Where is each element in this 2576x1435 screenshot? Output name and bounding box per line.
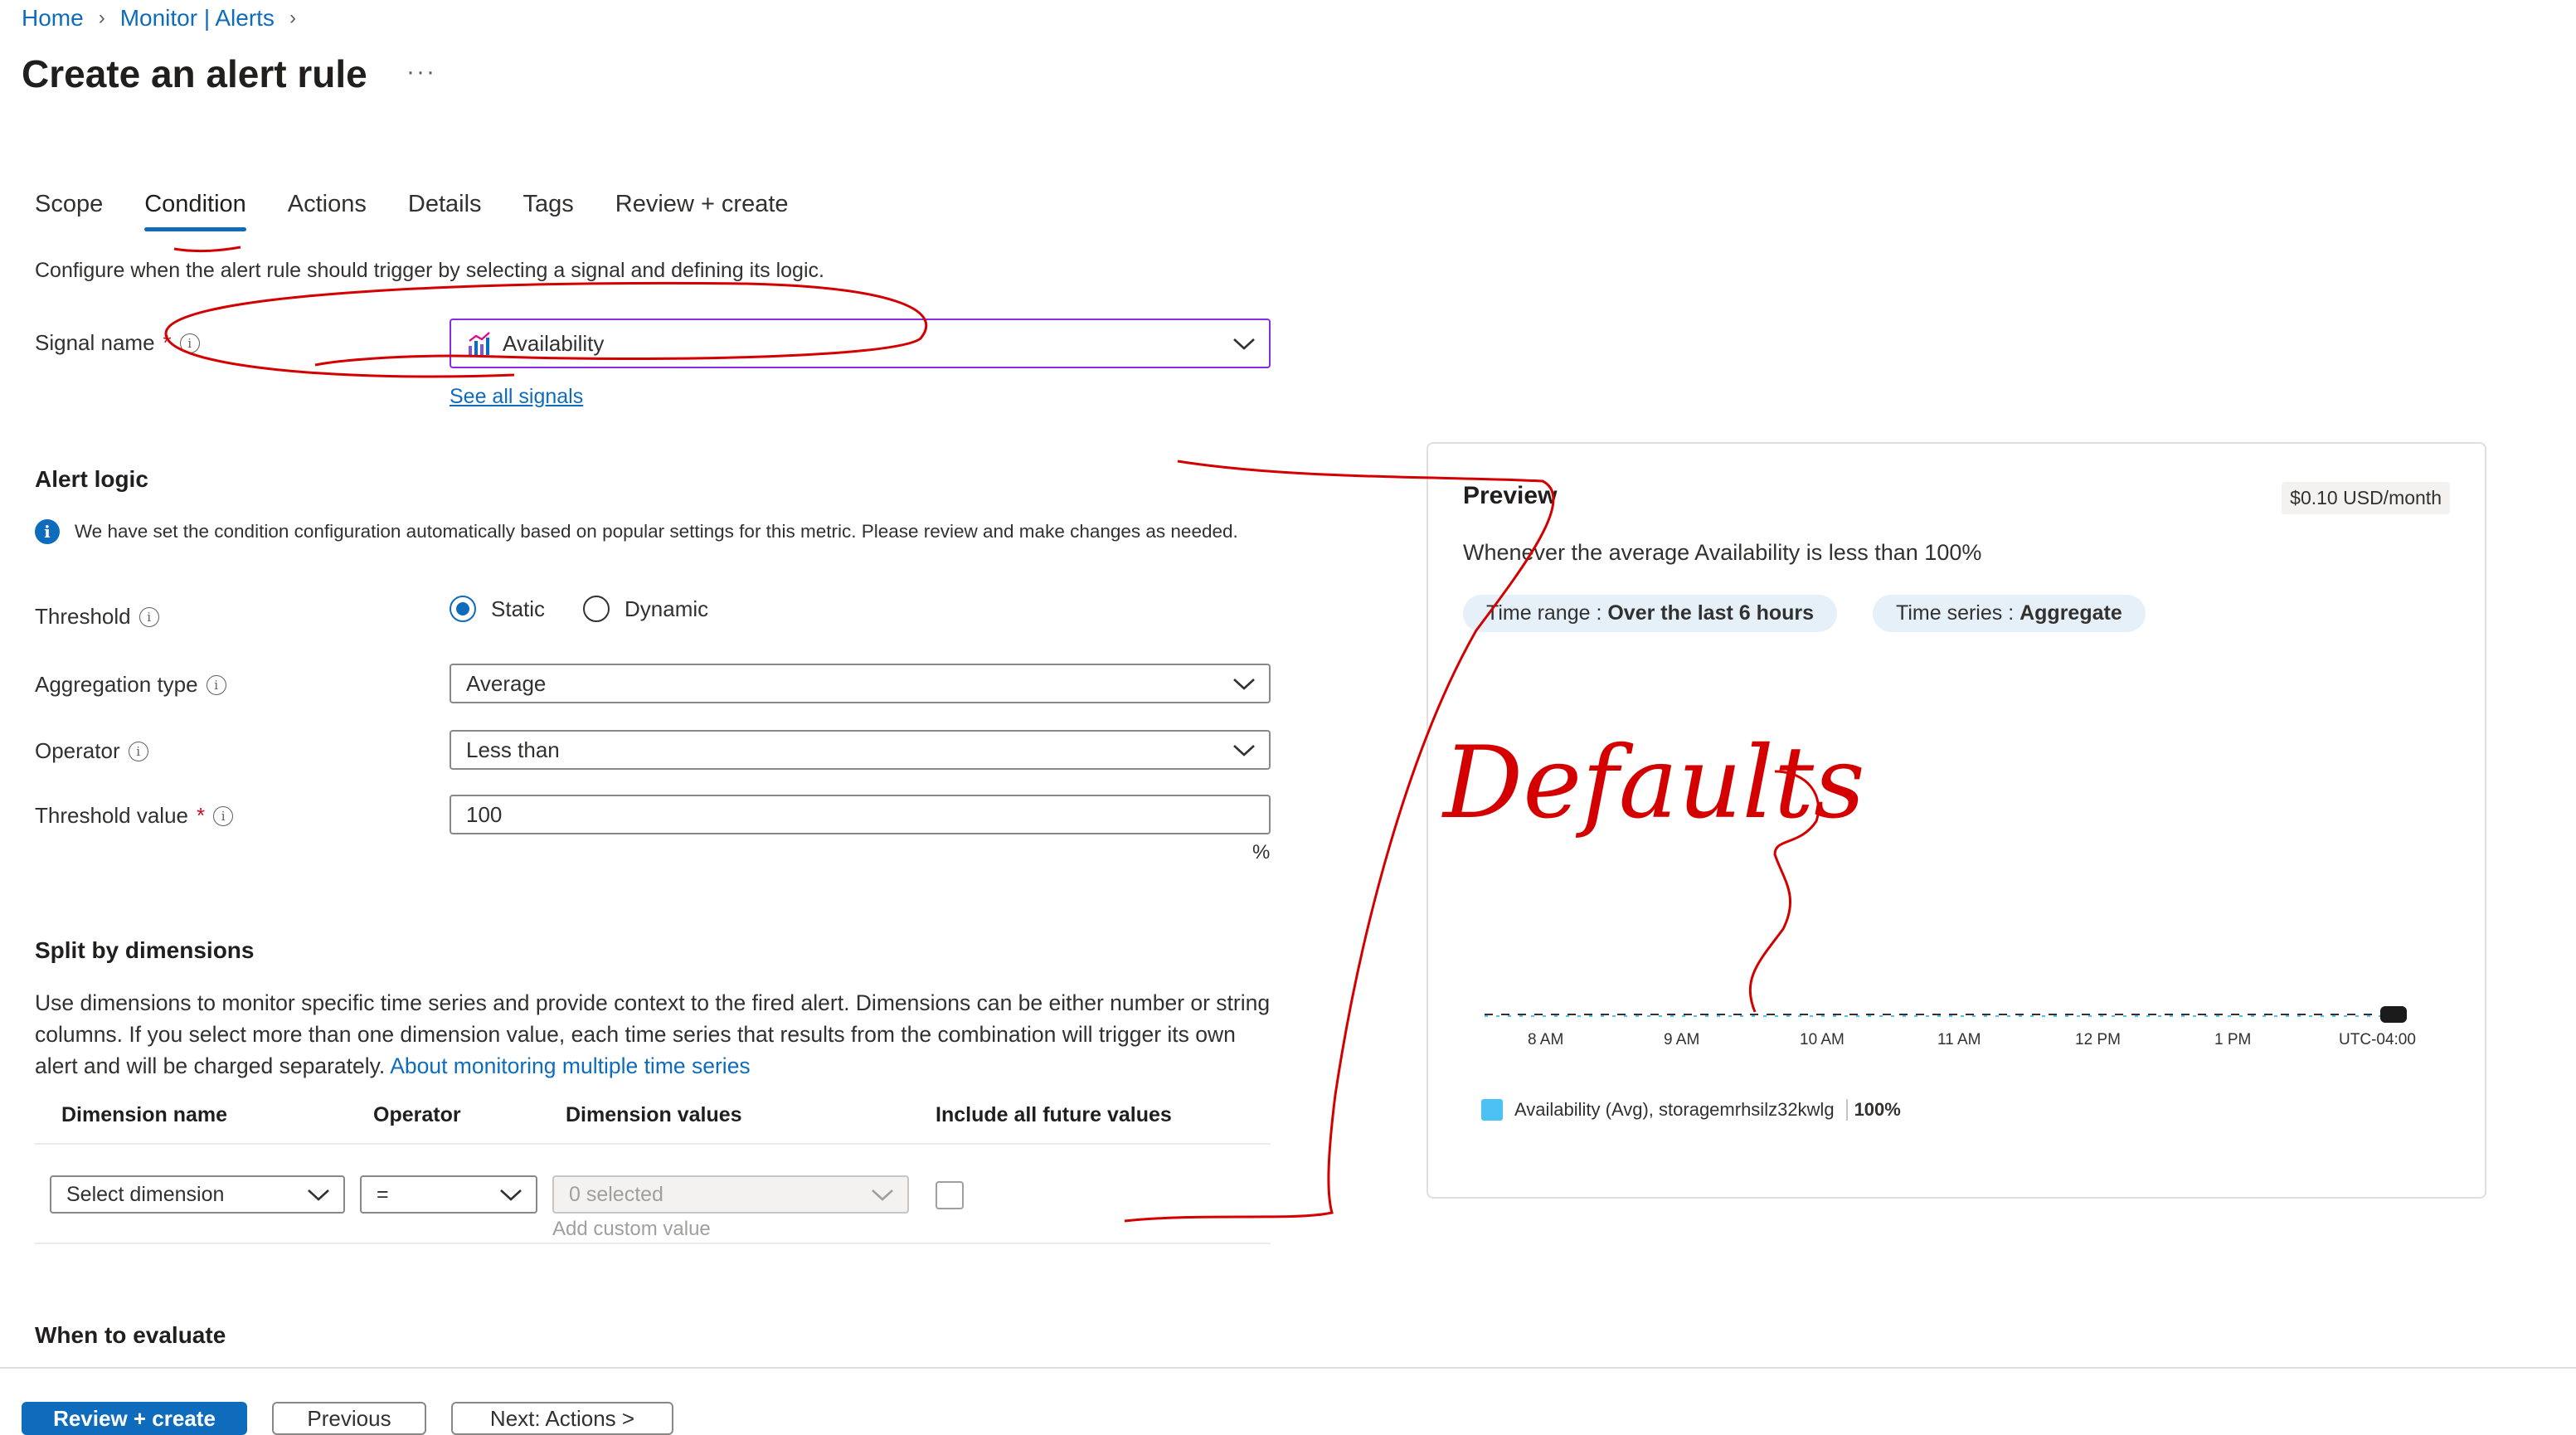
aggregation-type-text: Aggregation type xyxy=(35,672,198,697)
info-icon[interactable]: i xyxy=(179,333,200,353)
chevron-down-icon xyxy=(1233,338,1255,350)
legend-swatch xyxy=(1481,1099,1503,1121)
operator-text: Operator xyxy=(35,738,120,763)
signal-name-label: Signal name * i xyxy=(35,330,200,356)
tab-condition[interactable]: Condition xyxy=(144,191,246,231)
tab-scope[interactable]: Scope xyxy=(35,191,103,231)
more-options-button[interactable]: ··· xyxy=(406,58,436,86)
table-divider xyxy=(35,1143,1271,1145)
tab-review-create[interactable]: Review + create xyxy=(615,191,789,231)
operator-label: Operator i xyxy=(35,738,148,764)
signal-name-text: Signal name xyxy=(35,330,155,355)
footer-divider xyxy=(0,1367,2576,1369)
column-include-future: Include all future values xyxy=(936,1103,1172,1126)
tab-bar: Scope Condition Actions Details Tags Rev… xyxy=(35,191,789,231)
x-tick-label: 8 AM xyxy=(1528,1031,1564,1048)
info-icon[interactable]: i xyxy=(213,805,234,826)
column-dimension-values: Dimension values xyxy=(566,1103,742,1126)
breadcrumb-home[interactable]: Home xyxy=(22,5,84,32)
static-label: Static xyxy=(491,596,546,621)
tab-tags[interactable]: Tags xyxy=(523,191,574,231)
threshold-value-input[interactable]: 100 xyxy=(450,795,1271,834)
series-end-marker xyxy=(2380,1006,2407,1023)
legend-series-value: 100% xyxy=(1845,1099,1901,1121)
breadcrumb: Home › Monitor | Alerts › xyxy=(22,5,296,32)
see-all-signals-link[interactable]: See all signals xyxy=(450,385,583,409)
add-custom-value[interactable]: Add custom value xyxy=(552,1218,711,1241)
signal-name-dropdown[interactable]: Availability xyxy=(450,319,1271,368)
x-tick-label: 12 PM xyxy=(2075,1031,2121,1048)
table-divider xyxy=(35,1243,1271,1244)
condition-description: Configure when the alert rule should tri… xyxy=(35,259,824,282)
legend-series-name: Availability (Avg), storagemrhsilz32kwlg xyxy=(1514,1099,1835,1120)
dynamic-radio[interactable] xyxy=(583,596,610,622)
threshold-value-text-value: 100 xyxy=(466,801,503,827)
split-by-dimensions-heading: Split by dimensions xyxy=(35,937,255,963)
split-description: Use dimensions to monitor specific time … xyxy=(35,987,1279,1082)
next-actions-button[interactable]: Next: Actions > xyxy=(451,1402,673,1435)
required-mark: * xyxy=(163,330,172,355)
x-tick-label: 1 PM xyxy=(2214,1031,2252,1048)
review-create-button[interactable]: Review + create xyxy=(22,1402,247,1435)
dynamic-label: Dynamic xyxy=(625,596,709,621)
threshold-value-label: Threshold value * i xyxy=(35,803,234,829)
threshold-value-text: Threshold value xyxy=(35,803,188,828)
info-circle-icon: i xyxy=(35,519,60,544)
chevron-right-icon: › xyxy=(289,7,296,29)
page-title: Create an alert rule xyxy=(22,52,367,95)
aggregation-type-value: Average xyxy=(466,670,547,696)
include-future-checkbox[interactable] xyxy=(936,1181,964,1209)
metric-chart-icon xyxy=(469,332,490,355)
signal-name-value: Availability xyxy=(503,330,605,356)
alert-logic-info-text: We have set the condition configuration … xyxy=(74,521,1238,542)
info-icon[interactable]: i xyxy=(139,606,159,627)
info-icon[interactable]: i xyxy=(206,674,226,695)
previous-button[interactable]: Previous xyxy=(272,1402,426,1435)
chevron-down-icon xyxy=(308,1189,329,1201)
operator-value: Less than xyxy=(466,737,560,762)
dimension-operator-dropdown[interactable]: = xyxy=(360,1175,537,1214)
static-radio[interactable] xyxy=(450,596,476,622)
dimension-values-placeholder: 0 selected xyxy=(569,1182,663,1206)
tab-details[interactable]: Details xyxy=(408,191,482,231)
annotation-underline-condition xyxy=(173,246,241,253)
alert-logic-info-bar: i We have set the condition configuratio… xyxy=(35,519,1262,544)
x-tick-label: 11 AM xyxy=(1937,1031,1981,1048)
preview-panel: Preview $0.10 USD/month Whenever the ave… xyxy=(1427,442,2486,1199)
when-to-evaluate-heading: When to evaluate xyxy=(35,1322,226,1348)
required-mark: * xyxy=(197,803,206,828)
dimension-values-dropdown[interactable]: 0 selected xyxy=(552,1175,909,1214)
chevron-down-icon xyxy=(1233,679,1255,690)
select-dimension-dropdown[interactable]: Select dimension xyxy=(50,1175,345,1214)
column-dimension-name: Dimension name xyxy=(61,1103,228,1126)
chevron-down-icon xyxy=(872,1189,893,1201)
chevron-right-icon: › xyxy=(98,7,105,29)
chart-legend: Availability (Avg), storagemrhsilz32kwlg… xyxy=(1481,1099,1901,1121)
aggregation-type-dropdown[interactable]: Average xyxy=(450,664,1271,703)
threshold-label: Threshold i xyxy=(35,604,159,630)
info-icon[interactable]: i xyxy=(128,741,148,761)
chevron-down-icon xyxy=(500,1189,522,1201)
chevron-down-icon xyxy=(1233,745,1255,756)
column-operator: Operator xyxy=(373,1103,461,1126)
breadcrumb-monitor-alerts[interactable]: Monitor | Alerts xyxy=(120,5,275,32)
preview-chart xyxy=(1485,1006,2407,1023)
alert-logic-heading: Alert logic xyxy=(35,466,148,492)
x-tick-label: UTC-04:00 xyxy=(2339,1031,2416,1048)
threshold-unit: % xyxy=(1252,841,1271,863)
operator-dropdown[interactable]: Less than xyxy=(450,730,1271,770)
select-dimension-placeholder: Select dimension xyxy=(66,1182,225,1206)
x-tick-label: 10 AM xyxy=(1800,1031,1845,1048)
x-tick-label: 9 AM xyxy=(1664,1031,1700,1048)
threshold-radio-group: Static Dynamic xyxy=(450,596,708,622)
dimension-operator-value: = xyxy=(377,1182,389,1206)
about-multiple-time-series-link[interactable]: About monitoring multiple time series xyxy=(390,1053,751,1078)
tab-actions[interactable]: Actions xyxy=(288,191,367,231)
aggregation-type-label: Aggregation type i xyxy=(35,672,226,698)
threshold-text: Threshold xyxy=(35,604,131,629)
